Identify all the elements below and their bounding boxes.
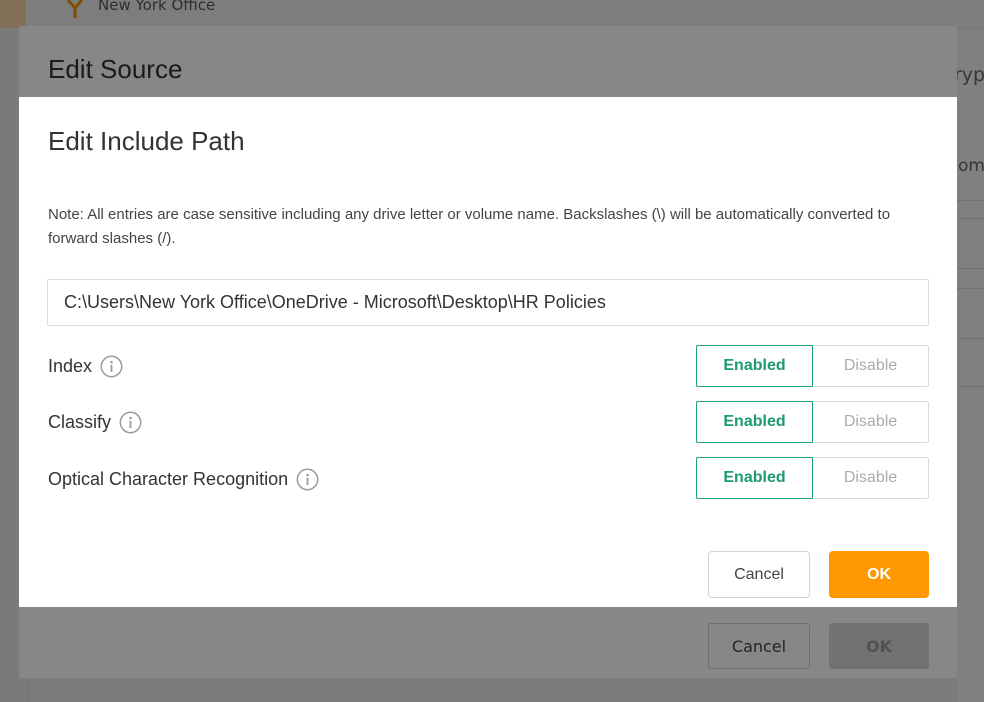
info-icon[interactable] xyxy=(100,355,123,378)
index-setting: Index xyxy=(48,355,123,378)
note-text: Note: All entries are case sensitive inc… xyxy=(48,206,891,247)
include-path-input[interactable] xyxy=(47,279,929,326)
index-label: Index xyxy=(48,356,93,376)
ocr-disable-button[interactable]: Disable xyxy=(813,457,929,499)
info-icon[interactable] xyxy=(296,468,319,491)
classify-toggle: Enabled Disable xyxy=(696,401,929,443)
edit-include-path-dialog: Edit Include Path Note: All entries are … xyxy=(19,97,957,607)
dialog-title: Edit Include Path xyxy=(48,126,245,156)
ocr-setting: Optical Character Recognition xyxy=(48,468,319,491)
classify-setting: Classify xyxy=(48,411,142,434)
index-disable-button[interactable]: Disable xyxy=(813,345,929,387)
ocr-toggle: Enabled Disable xyxy=(696,457,929,499)
cancel-button[interactable]: Cancel xyxy=(708,551,810,598)
ocr-enabled-button[interactable]: Enabled xyxy=(696,457,813,499)
info-icon[interactable] xyxy=(119,411,142,434)
ocr-label: Optical Character Recognition xyxy=(48,469,289,489)
classify-disable-button[interactable]: Disable xyxy=(813,401,929,443)
ok-button[interactable]: OK xyxy=(829,551,929,598)
index-enabled-button[interactable]: Enabled xyxy=(696,345,813,387)
classify-label: Classify xyxy=(48,412,112,432)
classify-enabled-button[interactable]: Enabled xyxy=(696,401,813,443)
index-toggle: Enabled Disable xyxy=(696,345,929,387)
